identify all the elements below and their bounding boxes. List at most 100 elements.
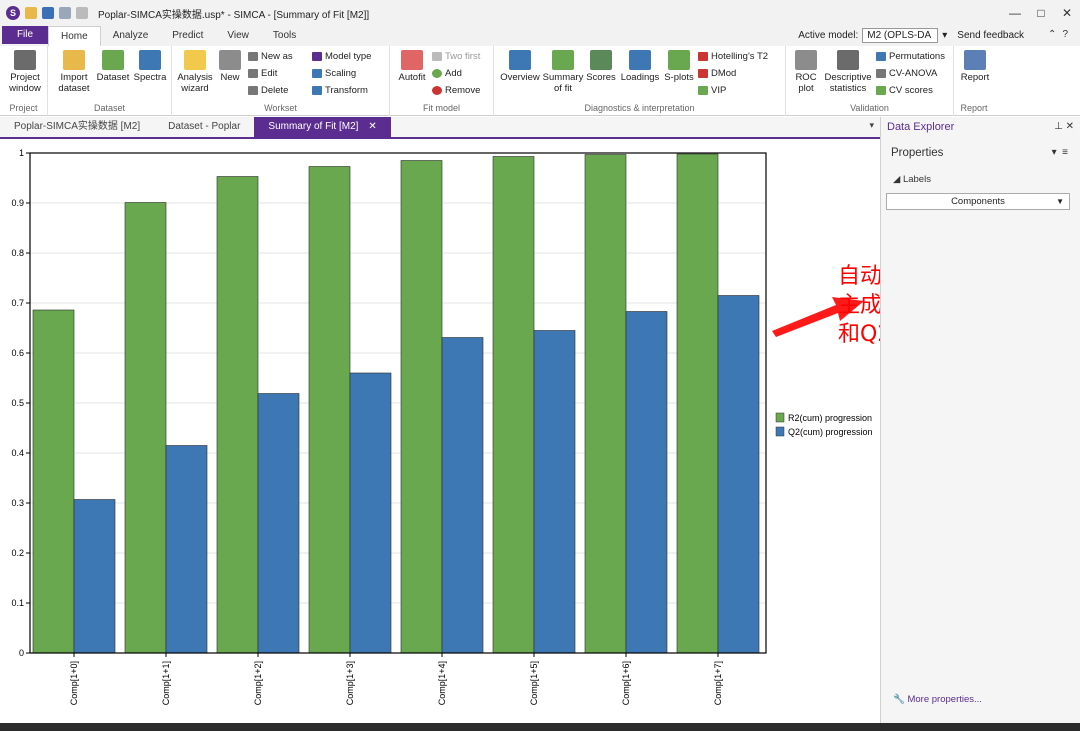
- tab-tools[interactable]: Tools: [261, 26, 308, 46]
- spectra-icon: [139, 50, 161, 70]
- properties-dropdown-icon[interactable]: ▾: [1052, 147, 1057, 158]
- save-icon[interactable]: [42, 7, 54, 19]
- overview-button[interactable]: Overview: [498, 50, 542, 83]
- wizard-icon: [184, 50, 206, 70]
- scaling-icon: [312, 69, 322, 78]
- r2-bar: [308, 166, 351, 654]
- y-tick-label: 0.9: [11, 198, 24, 208]
- open-icon[interactable]: [25, 7, 37, 19]
- chevron-down-icon[interactable]: ▾: [942, 30, 947, 41]
- y-tick-label: 0.3: [11, 498, 24, 508]
- legend-swatch: [775, 426, 785, 437]
- autofit-button[interactable]: Autofit: [394, 50, 430, 83]
- import-dataset-button[interactable]: Import dataset: [56, 50, 92, 94]
- group-label-fit-model: Fit model: [422, 103, 460, 113]
- tab-analyze[interactable]: Analyze: [101, 26, 161, 46]
- close-button[interactable]: ✕: [1054, 0, 1080, 26]
- cv-scores-button[interactable]: CV scores: [876, 85, 933, 96]
- hotellings-button[interactable]: Hotelling's T2: [698, 51, 768, 62]
- data-explorer-panel: Data Explorer ⊥ ✕ Properties ▾ ≡ ◢ Label…: [880, 117, 1080, 723]
- q2-bar: [533, 330, 576, 654]
- permutations-button[interactable]: Permutations: [876, 51, 945, 62]
- new-workset-button[interactable]: New: [216, 50, 244, 83]
- x-tick-label: Comp[1+0]: [69, 661, 79, 705]
- loadings-button[interactable]: Loadings: [618, 50, 662, 83]
- pin-icon[interactable]: ⊥: [1054, 121, 1063, 132]
- delete-button[interactable]: Delete: [248, 85, 288, 96]
- x-tick-label: Comp[1+2]: [253, 661, 263, 705]
- tab-file[interactable]: File: [2, 26, 48, 44]
- analysis-wizard-button[interactable]: Analysis wizard: [176, 50, 214, 94]
- s-plots-button[interactable]: S-plots: [662, 50, 696, 83]
- report-button[interactable]: Report: [956, 50, 994, 83]
- more-properties-link[interactable]: 🔧 More properties...: [893, 694, 982, 705]
- simca-logo-icon: S: [6, 6, 20, 20]
- close-tab-icon[interactable]: ✕: [368, 117, 376, 137]
- group-label-report: Report: [960, 103, 988, 113]
- q2-bar: [165, 445, 208, 654]
- menu-icon[interactable]: ≡: [1062, 147, 1068, 158]
- y-tick-label: 0.5: [11, 398, 24, 408]
- tab-view[interactable]: View: [215, 26, 261, 46]
- new-as-icon: [248, 52, 258, 61]
- remove-button[interactable]: Remove: [432, 85, 480, 96]
- vip-button[interactable]: VIP: [698, 85, 726, 96]
- tab-home[interactable]: Home: [48, 26, 101, 46]
- undo-icon[interactable]: [76, 7, 88, 19]
- transform-icon: [312, 86, 322, 95]
- labels-select[interactable]: Components ▼: [886, 193, 1070, 210]
- labels-heading: Labels: [902, 174, 931, 185]
- two-first-button[interactable]: Two first: [432, 51, 480, 62]
- summary-of-fit-button[interactable]: Summary of fit: [542, 50, 584, 94]
- y-tick-label: 0.7: [11, 298, 24, 308]
- doctab-project[interactable]: Poplar-SIMCA实操数据 [M2]: [0, 117, 154, 137]
- roc-plot-button[interactable]: ROC plot: [790, 50, 822, 94]
- dataset-button[interactable]: Dataset: [96, 50, 130, 83]
- permutations-icon: [876, 52, 886, 61]
- add-button[interactable]: Add: [432, 68, 462, 79]
- legend-label: R2(cum) progression: [788, 413, 872, 423]
- group-label-workset: Workset: [264, 103, 297, 113]
- minimize-button[interactable]: —: [1002, 0, 1028, 26]
- scaling-button[interactable]: Scaling: [312, 68, 356, 79]
- copy-icon[interactable]: [59, 7, 71, 19]
- active-model-select[interactable]: M2 (OPLS-DA: [862, 28, 939, 43]
- vip-icon: [698, 86, 708, 95]
- project-window-button[interactable]: Project window: [6, 50, 44, 94]
- labels-select-value: Components: [951, 196, 1005, 207]
- group-project: Project window Project: [0, 46, 48, 116]
- tab-list-chevron-icon[interactable]: ▾: [869, 120, 874, 131]
- collapse-labels-icon[interactable]: ◢: [893, 174, 900, 185]
- maximize-button[interactable]: □: [1028, 0, 1054, 26]
- cv-scores-icon: [876, 86, 886, 95]
- scores-button[interactable]: Scores: [584, 50, 618, 83]
- delete-icon: [248, 86, 258, 95]
- model-type-button[interactable]: Model type: [312, 51, 371, 62]
- send-feedback-link[interactable]: Send feedback: [957, 30, 1024, 41]
- doctab-dataset[interactable]: Dataset - Poplar: [154, 117, 254, 137]
- window-title: Poplar-SIMCA实操数据.usp* - SIMCA - [Summary…: [98, 9, 370, 21]
- overview-icon: [509, 50, 531, 70]
- x-tick-label: Comp[1+7]: [713, 661, 723, 705]
- group-label-project: Project: [9, 103, 38, 113]
- r2-bar: [32, 309, 75, 654]
- collapse-ribbon-icon[interactable]: ⌃: [1048, 29, 1062, 40]
- tab-predict[interactable]: Predict: [160, 26, 215, 46]
- close-panel-icon[interactable]: ✕: [1066, 121, 1074, 132]
- edit-button[interactable]: Edit: [248, 68, 277, 79]
- autofit-icon: [401, 50, 423, 70]
- summary-of-fit-chart[interactable]: 0 0.1 0.2 0.3 0.4 0.5 0.6 0.7 0.8 0.9 1 Comp[1+0] Co…: [0, 141, 880, 723]
- r2-bar: [400, 160, 443, 654]
- dataset-icon: [102, 50, 124, 70]
- y-tick-label: 0.1: [11, 598, 24, 608]
- cv-anova-button[interactable]: CV-ANOVA: [876, 68, 937, 79]
- transform-button[interactable]: Transform: [312, 85, 368, 96]
- model-type-icon: [312, 52, 322, 61]
- descriptive-statistics-button[interactable]: Descriptive statistics: [822, 50, 874, 94]
- doctab-summary-of-fit[interactable]: Summary of Fit [M2] ✕: [254, 117, 391, 137]
- new-as-button[interactable]: New as: [248, 51, 293, 62]
- dmod-button[interactable]: DMod: [698, 68, 736, 79]
- help-icon[interactable]: ?: [1062, 29, 1074, 40]
- spectra-button[interactable]: Spectra: [132, 50, 168, 83]
- loadings-icon: [629, 50, 651, 70]
